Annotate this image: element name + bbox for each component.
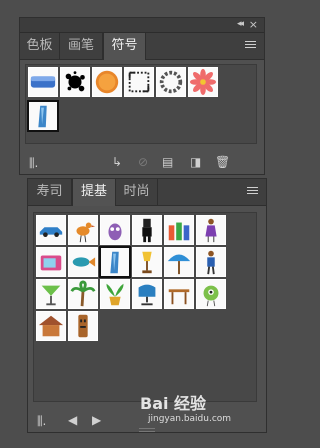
break-link-icon[interactable]: ⊘ [138,155,148,169]
library-grid [33,212,257,402]
symbol-orange-bird[interactable] [68,215,98,245]
symbol-blue-figure[interactable] [99,246,131,278]
symbol-potted-plant[interactable] [100,279,130,309]
symbol-yellow-lamp[interactable] [132,247,162,277]
symbol-colored-drums[interactable] [164,215,194,245]
symbol-woman-figure[interactable] [196,215,226,245]
symbol-tiki-man[interactable] [132,215,162,245]
previous-icon[interactable]: ◀ [68,413,77,427]
symbols-panel: ◂◂ × 色板 画笔 符号 ⫼. ↳ ⊘ ▤ ◨ 🗑 [19,17,265,175]
resize-grip[interactable] [139,428,155,432]
symbol-pink-flower[interactable] [188,67,218,97]
next-icon[interactable]: ▶ [92,413,101,427]
place-symbol-icon[interactable]: ↳ [112,155,122,169]
library-icon[interactable]: ⫼. [37,414,46,429]
symbol-blue-figure[interactable] [27,100,59,132]
symbol-palm-tree[interactable] [68,279,98,309]
new-symbol-icon[interactable]: ◨ [190,155,201,169]
symbol-green-alien[interactable] [196,279,226,309]
symbol-man-figure[interactable] [196,247,226,277]
panel-menu-icon[interactable] [245,41,256,50]
tab-brushes[interactable]: 画笔 [60,33,103,59]
symbol-blue-banner[interactable] [28,67,58,97]
symbol-chain-wreath[interactable] [156,67,186,97]
delete-icon[interactable]: 🗑 [215,155,230,169]
watermark-title: Bai 经验 [140,394,207,413]
symbol-teal-fish[interactable] [68,247,98,277]
library-icon[interactable]: ⫼. [29,156,38,171]
watermark: Bai 经验 jingyan.baidu.com [140,390,275,424]
tab-symbols[interactable]: 符号 [103,33,146,60]
tab-swatches[interactable]: 色板 [20,33,60,59]
tab-fashion[interactable]: 时尚 [116,179,158,205]
symbol-blue-chair[interactable] [132,279,162,309]
symbol-purple-creature[interactable] [100,215,130,245]
symbol-tv-set[interactable] [36,247,66,277]
close-icon[interactable]: × [249,18,258,31]
symbol-orange-button[interactable] [92,67,122,97]
symbol-tiki-statue[interactable] [68,311,98,341]
symbol-beach-umbrella[interactable] [164,247,194,277]
symbol-green-cocktail[interactable] [36,279,66,309]
collapse-icon[interactable]: ◂◂ [237,19,244,29]
library-panel-tabs: 寿司 提基 时尚 [28,179,266,206]
watermark-url: jingyan.baidu.com [148,414,232,424]
symbol-options-icon[interactable]: ▤ [162,155,173,169]
symbols-panel-tabs: 色板 画笔 符号 [20,33,264,60]
symbol-tiki-hut[interactable] [36,311,66,341]
symbols-grid [25,64,257,144]
symbols-panel-footer: ⫼. ↳ ⊘ ▤ ◨ 🗑 [20,152,264,174]
panel-menu-icon[interactable] [247,187,258,196]
tab-tiki[interactable]: 提基 [72,179,116,206]
symbol-dotted-frame[interactable] [124,67,154,97]
symbol-ink-splatter[interactable] [60,67,90,97]
symbol-wooden-table[interactable] [164,279,194,309]
panel-titlebar[interactable]: ◂◂ × [20,18,264,33]
tab-sushi[interactable]: 寿司 [28,179,72,205]
symbol-blue-car[interactable] [36,215,66,245]
